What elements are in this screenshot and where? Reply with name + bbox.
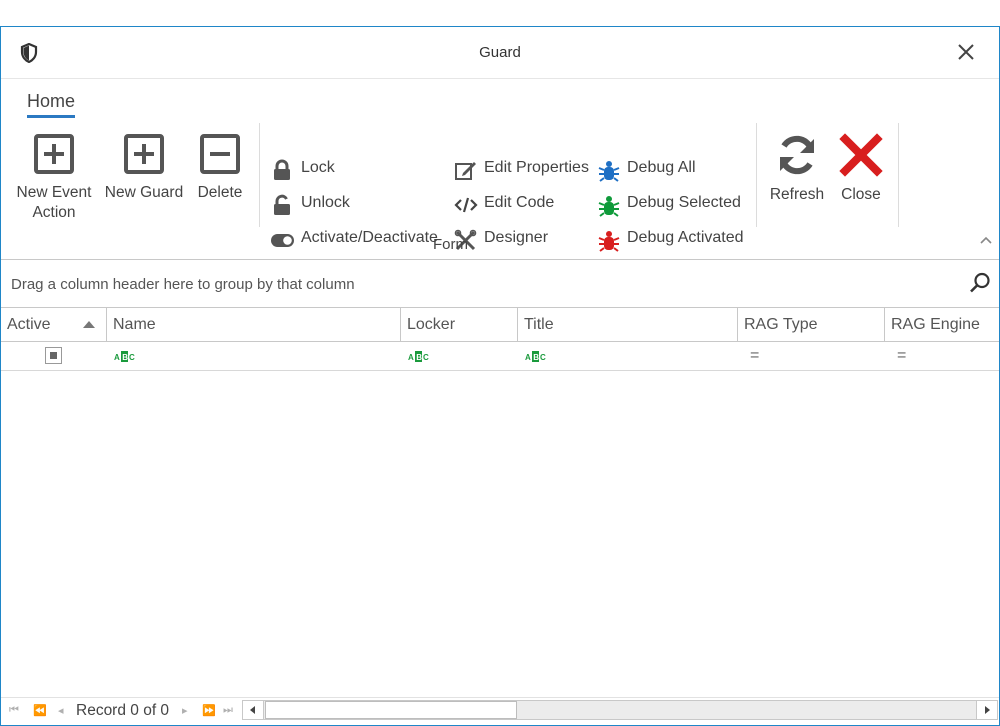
grid-header-row: Active Name Locker Title RAG Type RAG En…	[1, 308, 999, 342]
unlock-icon	[274, 194, 290, 215]
next-record-icon[interactable]: ▸	[182, 704, 188, 717]
filter-cell-active[interactable]	[1, 342, 105, 370]
horizontal-scrollbar[interactable]	[242, 700, 998, 720]
lock-label: Lock	[301, 159, 335, 176]
add-box-icon	[34, 134, 74, 174]
column-header-label: Title	[524, 316, 554, 333]
minus-box-icon	[200, 134, 240, 174]
debug-selected-label: Debug Selected	[627, 194, 741, 211]
filter-cell-title[interactable]: A B C	[517, 342, 737, 370]
close-icon[interactable]	[955, 41, 977, 63]
refresh-label: Refresh	[769, 186, 825, 203]
refresh-button[interactable]: Refresh	[766, 133, 828, 205]
close-button[interactable]: Close	[836, 133, 886, 205]
column-header-label: Name	[113, 316, 156, 333]
filter-cell-rag-type[interactable]: =	[737, 342, 884, 370]
next-page-icon[interactable]: ⏩	[202, 704, 216, 717]
close-label: Close	[841, 186, 881, 203]
new-event-action-label: New Event Action	[16, 184, 92, 221]
debug-all-label: Debug All	[627, 159, 696, 176]
arrow-right-icon	[985, 706, 990, 714]
svg-text:C: C	[540, 353, 546, 362]
column-header-label: RAG Engine	[891, 316, 980, 333]
bug-icon	[598, 196, 620, 217]
sort-ascending-icon	[83, 321, 95, 328]
svg-text:C: C	[423, 353, 429, 362]
column-header-name[interactable]: Name	[106, 308, 400, 341]
toggle-icon	[271, 234, 294, 247]
refresh-icon	[780, 135, 814, 175]
scroll-right-button[interactable]	[976, 701, 997, 719]
ribbon-separator	[259, 123, 260, 227]
activate-deactivate-label: Activate/Deactivate	[301, 229, 438, 246]
close-x-icon	[839, 133, 883, 177]
scroll-left-button[interactable]	[243, 701, 264, 719]
edit-code-label: Edit Code	[484, 194, 555, 211]
column-header-label: RAG Type	[744, 316, 818, 333]
auto-filter-row: A B C A B C A B C = =	[1, 342, 999, 371]
column-header-active[interactable]: Active	[1, 308, 105, 341]
debug-activated-label: Debug Activated	[627, 229, 744, 246]
arrow-left-icon	[250, 706, 255, 714]
code-icon	[454, 197, 478, 213]
text-filter-icon: A B C	[114, 351, 135, 362]
last-record-icon[interactable]: ⏭	[223, 704, 233, 717]
previous-page-icon[interactable]: ⏪	[33, 704, 47, 717]
column-header-label: Active	[7, 316, 51, 333]
filter-cell-name[interactable]: A B C	[106, 342, 400, 370]
column-header-label: Locker	[407, 316, 456, 333]
bug-icon	[598, 231, 620, 252]
new-guard-button[interactable]: New Guard	[102, 133, 186, 203]
group-by-panel[interactable]: Drag a column header here to group by th…	[1, 259, 999, 308]
svg-text:C: C	[129, 353, 135, 362]
designer-label: Designer	[484, 229, 549, 246]
filter-cell-locker[interactable]: A B C	[400, 342, 517, 370]
ribbon-separator	[898, 123, 899, 227]
column-header-locker[interactable]: Locker	[400, 308, 517, 341]
delete-label: Delete	[197, 184, 243, 201]
filter-cell-rag-engine[interactable]: =	[884, 342, 999, 370]
search-icon[interactable]	[969, 272, 991, 294]
record-count: Record 0 of 0	[76, 702, 170, 719]
window-title: Guard	[479, 44, 521, 61]
group-by-hint: Drag a column header here to group by th…	[11, 276, 355, 293]
ribbon-separator	[756, 123, 757, 227]
column-header-title[interactable]: Title	[517, 308, 737, 341]
text-filter-icon: A B C	[525, 351, 546, 362]
delete-button[interactable]: Delete	[194, 133, 246, 203]
guard-window: Guard Home New Event Action New Guard De…	[0, 26, 1000, 726]
edit-properties-icon	[455, 162, 476, 180]
column-header-rag-engine[interactable]: RAG Engine	[884, 308, 999, 341]
tab-home[interactable]: Home	[27, 91, 76, 118]
bug-icon	[598, 161, 620, 182]
ribbon: Home New Event Action New Guard Delete L…	[1, 78, 999, 260]
svg-text:B: B	[533, 353, 539, 362]
lock-icon	[274, 159, 290, 180]
equals-filter-icon: =	[750, 347, 760, 364]
svg-text:B: B	[122, 353, 128, 362]
add-box-icon	[124, 134, 164, 174]
title-bar: Guard	[1, 27, 999, 78]
svg-text:B: B	[416, 353, 422, 362]
first-record-icon[interactable]: ⏮	[9, 704, 19, 717]
svg-text:A: A	[408, 353, 414, 362]
chevron-up-icon[interactable]	[979, 235, 993, 245]
unlock-label: Unlock	[301, 194, 350, 211]
new-event-action-button[interactable]: New Event Action	[13, 133, 95, 223]
group-label-form: Form	[433, 236, 468, 253]
text-filter-icon: A B C	[408, 351, 429, 362]
previous-record-icon[interactable]: ◂	[58, 704, 64, 717]
svg-text:A: A	[525, 353, 531, 362]
equals-filter-icon: =	[897, 347, 907, 364]
edit-properties-label: Edit Properties	[484, 159, 589, 176]
new-guard-label: New Guard	[104, 184, 184, 201]
grid-footer: ⏮ ⏪ ◂ Record 0 of 0 ▸ ⏩ ⏭	[1, 697, 999, 725]
svg-text:A: A	[114, 353, 120, 362]
filter-checkbox[interactable]	[45, 347, 62, 364]
column-header-rag-type[interactable]: RAG Type	[737, 308, 884, 341]
scrollbar-thumb[interactable]	[265, 701, 517, 719]
